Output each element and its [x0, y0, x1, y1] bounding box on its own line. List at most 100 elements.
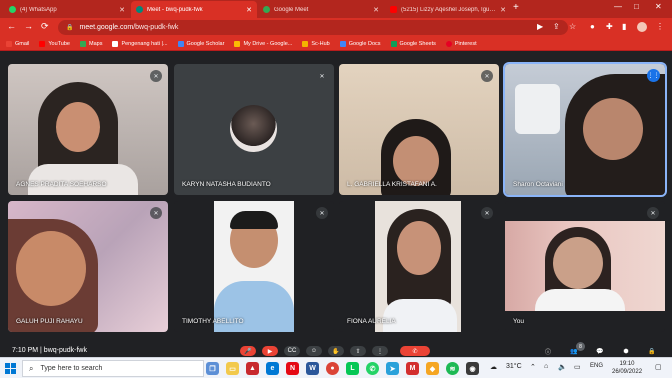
- app-icon[interactable]: ◆: [426, 362, 439, 375]
- activities-button[interactable]: ⬢: [618, 346, 634, 356]
- camera-toggle-button[interactable]: ▶: [262, 346, 278, 356]
- more-options-button[interactable]: ⋮: [372, 346, 388, 356]
- menu-kebab-icon[interactable]: ⋮: [656, 22, 664, 31]
- close-tab-icon[interactable]: ✕: [246, 6, 252, 14]
- tab-meet-active[interactable]: Meet - bwq-pudk-fwk ✕: [131, 1, 257, 18]
- network-icon[interactable]: ⌂: [544, 363, 548, 370]
- language-indicator[interactable]: ENG: [590, 363, 603, 369]
- word-icon[interactable]: W: [306, 362, 319, 375]
- close-tab-icon[interactable]: ✕: [119, 6, 125, 14]
- info-icon[interactable]: ⓘ: [540, 346, 556, 356]
- tab-whatsapp[interactable]: (4) WhatsApp ✕: [4, 1, 130, 18]
- bookmark-label: Gmail: [15, 40, 30, 47]
- captions-button[interactable]: CC: [284, 346, 300, 356]
- bookmark-sheets[interactable]: Google Sheets: [390, 40, 436, 47]
- bookmark-maps[interactable]: Maps: [80, 40, 102, 47]
- extension-grammarly-icon[interactable]: ●: [590, 22, 595, 31]
- netflix-icon[interactable]: N: [286, 362, 299, 375]
- battery-icon[interactable]: ▭: [574, 363, 581, 371]
- maximize-button[interactable]: □: [634, 2, 639, 11]
- windows-taskbar: ⌕ Type here to search ❐ ▭ ▲ e N W ● L ✆ …: [0, 357, 672, 378]
- present-button[interactable]: ⇧: [350, 346, 366, 356]
- participant-tile[interactable]: ✕ L. GABRIELLA KRISTAFANI A.: [339, 64, 499, 195]
- system-clock[interactable]: 19:10 26/09/2022: [612, 360, 642, 376]
- bookmark-label: YouTube: [48, 40, 70, 47]
- line-icon[interactable]: L: [346, 362, 359, 375]
- share-icon[interactable]: ⇪: [553, 22, 560, 31]
- tray-chevron-icon[interactable]: ⌃: [530, 363, 536, 371]
- participant-tile[interactable]: ✕ FIONA AURELIA: [339, 201, 499, 332]
- file-explorer-icon[interactable]: ▭: [226, 362, 239, 375]
- bookmark-gmail[interactable]: Gmail: [6, 40, 30, 47]
- bookmark-scholar[interactable]: Google Scholar: [177, 40, 224, 47]
- extensions-puzzle-icon[interactable]: ✚: [606, 22, 613, 31]
- windows-start-icon[interactable]: [5, 363, 16, 374]
- profile-avatar[interactable]: [637, 22, 647, 32]
- participant-face: [393, 136, 439, 186]
- participant-face: [56, 102, 100, 152]
- app-icon[interactable]: ◉: [466, 362, 479, 375]
- participant-name: Sharon Octaviani: [513, 181, 563, 188]
- participant-tile[interactable]: ✕ AGNES PRADITA SOEHARSO: [8, 64, 168, 195]
- spotify-icon[interactable]: ≋: [446, 362, 459, 375]
- youtube-icon: [39, 40, 46, 47]
- participant-face: [583, 98, 643, 160]
- address-bar[interactable]: 🔒 meet.google.com /bwq-pudk-fwk: [58, 20, 568, 35]
- clock-time: 19:10: [619, 361, 635, 367]
- task-view-icon[interactable]: ❐: [206, 362, 219, 375]
- meeting-time: 7:10 PM: [12, 347, 39, 354]
- bookmark-drive[interactable]: My Drive - Google...: [234, 40, 292, 47]
- taskbar-search-box[interactable]: ⌕ Type here to search: [22, 360, 204, 377]
- telegram-icon[interactable]: ➤: [386, 362, 399, 375]
- camera-icon[interactable]: ▶: [537, 22, 543, 31]
- notifications-icon[interactable]: ▢: [655, 363, 662, 371]
- bookmark-pinterest[interactable]: Pinterest: [445, 40, 477, 47]
- bookmark-docs[interactable]: Google Docs: [339, 40, 381, 47]
- participant-tile-self[interactable]: ✕ You: [505, 201, 665, 332]
- mic-off-icon: ✕: [150, 207, 162, 219]
- scholar-icon: [177, 40, 184, 47]
- participant-tile[interactable]: ✕ GALUH PUJI RAHAYU: [8, 201, 168, 332]
- back-arrow-icon[interactable]: ←: [7, 21, 16, 31]
- participant-tile[interactable]: ✕ TIMOTHY ABELLITO: [174, 201, 334, 332]
- chrome-icon[interactable]: ●: [326, 362, 339, 375]
- chat-button[interactable]: 💬: [592, 346, 608, 356]
- weather-icon[interactable]: ☁: [490, 363, 497, 371]
- sidebar-icon[interactable]: ▮: [622, 22, 626, 31]
- participant-name: GALUH PUJI RAHAYU: [16, 318, 83, 325]
- mic-toggle-button[interactable]: 🎤: [240, 346, 256, 356]
- tab-label: (4) WhatsApp: [20, 6, 57, 13]
- tab-google-meet[interactable]: Google Meet ✕: [258, 1, 384, 18]
- app-icon[interactable]: M: [406, 362, 419, 375]
- search-icon: ⌕: [29, 363, 34, 373]
- new-tab-button[interactable]: +: [513, 2, 519, 13]
- youtube-icon: [390, 6, 397, 13]
- bookmark-pengenang[interactable]: Pengenang hati |...: [112, 40, 168, 47]
- leave-call-button[interactable]: ✆: [400, 346, 430, 356]
- close-tab-icon[interactable]: ✕: [373, 6, 379, 14]
- edge-icon[interactable]: e: [266, 362, 279, 375]
- whatsapp-icon[interactable]: ✆: [366, 362, 379, 375]
- participant-tile-active-speaker[interactable]: ⋮⋮ Sharon Octaviani: [503, 62, 667, 197]
- volume-icon[interactable]: 🔈: [558, 363, 567, 371]
- raise-hand-button[interactable]: ✋: [328, 346, 344, 356]
- participant-shirt: [383, 299, 457, 332]
- bookmark-youtube[interactable]: YouTube: [39, 40, 70, 47]
- browser-toolbar: ← → ⟳ 🔒 meet.google.com /bwq-pudk-fwk ▶ …: [0, 18, 672, 37]
- host-controls-button[interactable]: 🔒: [644, 346, 660, 356]
- participant-tile[interactable]: ✕ KARYN NATASHA BUDIANTO: [174, 64, 334, 195]
- close-tab-icon[interactable]: ✕: [500, 6, 506, 14]
- emoji-button[interactable]: ☺: [306, 346, 322, 356]
- mic-off-icon: ✕: [481, 207, 493, 219]
- forward-arrow-icon[interactable]: →: [24, 21, 33, 31]
- schub-icon: [302, 40, 309, 47]
- url-host: meet.google.com: [79, 24, 134, 31]
- mic-off-icon: ✕: [316, 70, 328, 82]
- star-icon[interactable]: ☆: [569, 22, 576, 31]
- bookmark-schub[interactable]: Sc-Hub: [302, 40, 330, 47]
- app-icon[interactable]: ▲: [246, 362, 259, 375]
- close-window-button[interactable]: ✕: [655, 2, 662, 11]
- tab-youtube[interactable]: (5215) Lizzy Aqeshel Joseph, Igung... ✕: [385, 1, 511, 18]
- reload-icon[interactable]: ⟳: [41, 21, 49, 32]
- minimize-button[interactable]: —: [614, 2, 622, 11]
